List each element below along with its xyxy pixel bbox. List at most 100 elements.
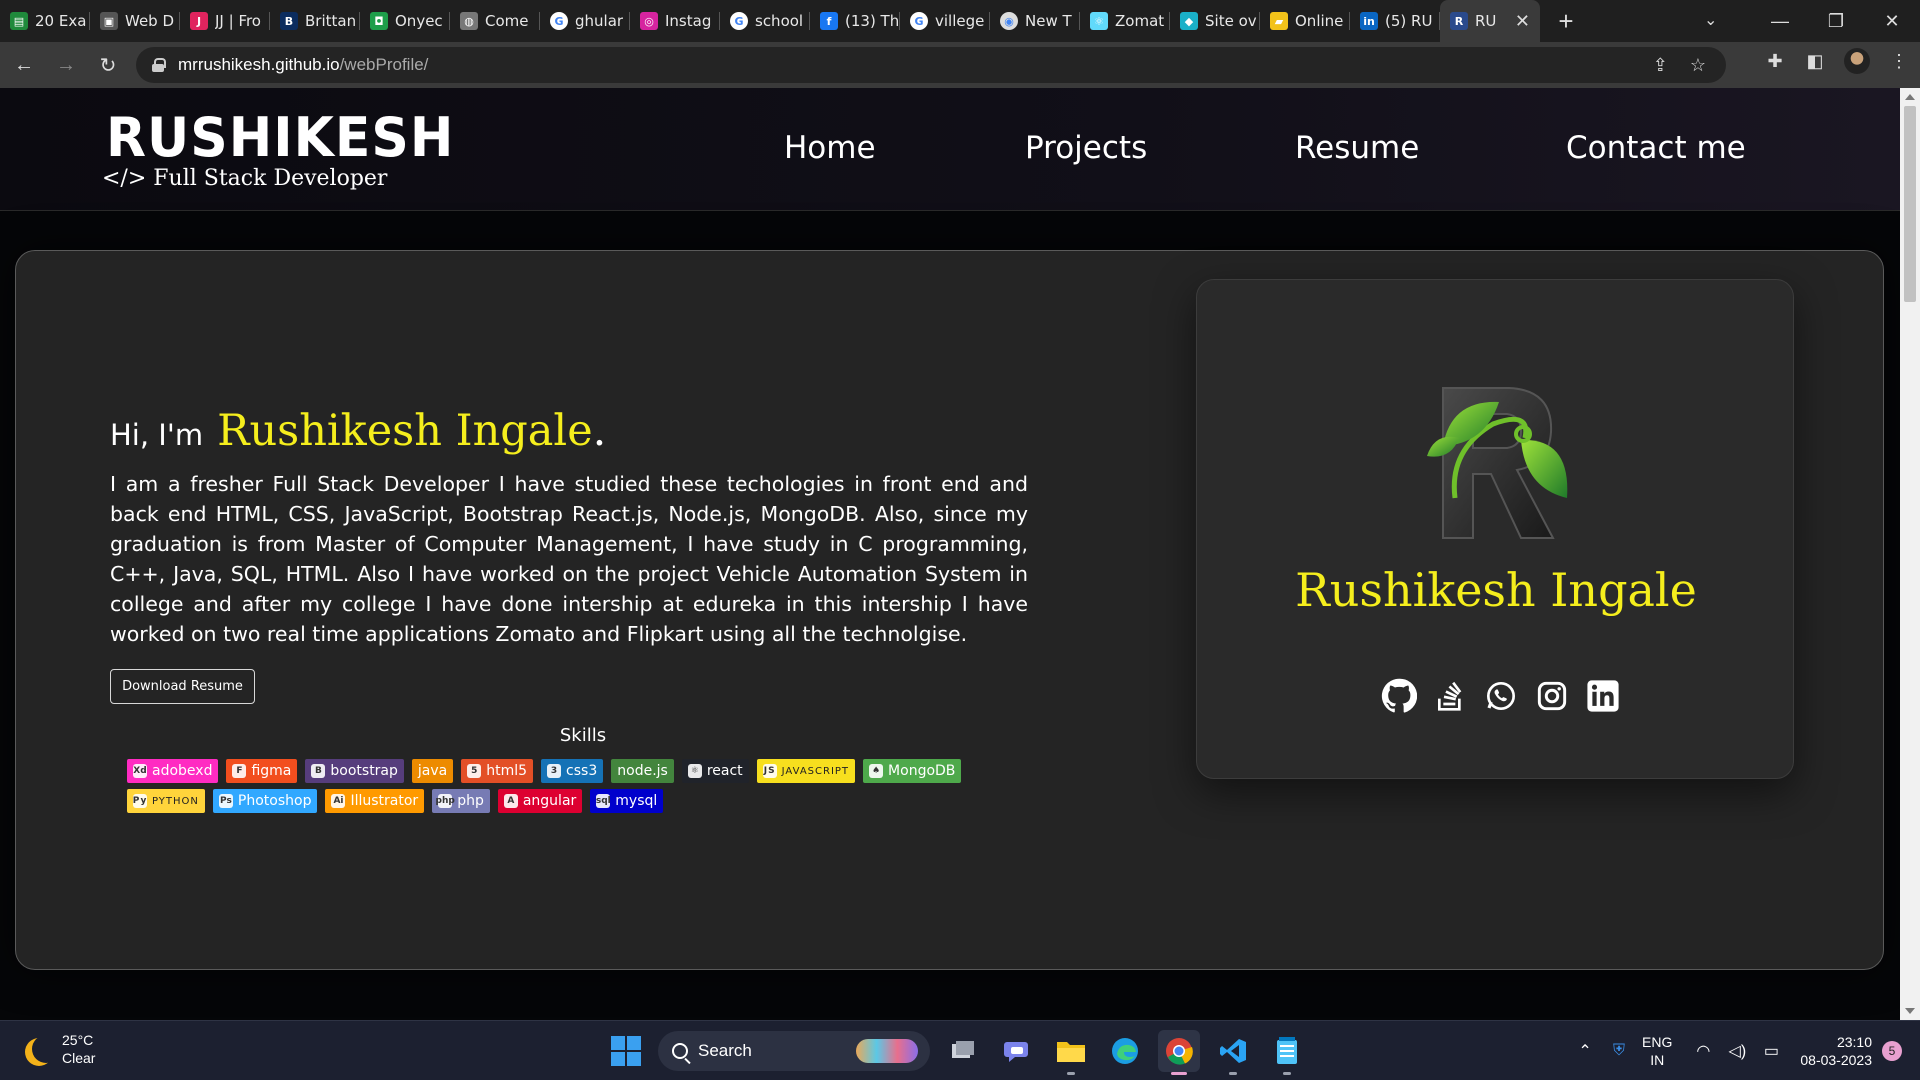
browser-tab[interactable]: Gghular: [540, 0, 630, 42]
security-shield-icon[interactable]: ⛨: [1602, 1042, 1636, 1060]
weather-temperature: 25°C: [62, 1032, 94, 1048]
logo-tagline: </> Full Stack Developer: [102, 166, 388, 191]
skill-label: figma: [251, 763, 292, 779]
edge-browser-icon[interactable]: [1104, 1030, 1146, 1072]
windows-start-icon[interactable]: [606, 1031, 646, 1071]
language-indicator[interactable]: ENG IN: [1642, 1033, 1672, 1069]
share-icon[interactable]: ⇪: [1653, 55, 1668, 76]
side-panel-icon[interactable]: ◧: [1804, 51, 1826, 72]
clock-time: 23:10: [1836, 1034, 1872, 1050]
new-tab-button[interactable]: +: [1548, 3, 1584, 39]
whatsapp-icon[interactable]: [1483, 678, 1519, 714]
browser-tab[interactable]: Gschool: [720, 0, 810, 42]
hero-card: Hi, I'm Rushikesh Ingale . I am a freshe…: [15, 250, 1884, 970]
forward-arrow-icon[interactable]: →: [48, 47, 84, 83]
browser-tab[interactable]: in (5) RU: [1350, 0, 1440, 42]
browser-tab[interactable]: ⚛ Zomat: [1080, 0, 1170, 42]
skill-badge: Py PYTHON: [127, 789, 205, 813]
tab-title: (13) Th: [845, 12, 900, 30]
google-icon: G: [730, 12, 748, 30]
system-tray: ⌃ ⛨ ENG IN ◠ ◁) ▭ 23:10 08-03-2023 5: [1568, 1021, 1920, 1080]
notification-badge[interactable]: 5: [1882, 1041, 1902, 1061]
browser-tab[interactable]: ◘ Onyec: [360, 0, 450, 42]
skill-badge: Xd adobexd: [127, 759, 219, 783]
clock[interactable]: 23:10 08-03-2023: [1800, 1033, 1872, 1069]
reload-icon[interactable]: ↻: [90, 47, 126, 83]
tab-search-chevron-icon[interactable]: ⌄: [1704, 10, 1717, 30]
battery-icon[interactable]: ▭: [1754, 1041, 1788, 1061]
skill-badge: Bbootstrap: [305, 759, 404, 783]
extensions-puzzle-icon[interactable]: ✚: [1764, 51, 1786, 72]
scroll-up-arrow-icon[interactable]: [1905, 94, 1915, 100]
tab-title: ghular: [575, 12, 624, 30]
volume-icon[interactable]: ◁): [1720, 1041, 1754, 1061]
skill-label: Illustrator: [350, 793, 419, 809]
tab-title: (5) RU: [1385, 12, 1433, 30]
profile-name: Rushikesh Ingale: [1295, 563, 1697, 617]
linkedin-icon[interactable]: [1585, 678, 1621, 714]
browser-tab[interactable]: ◉ New T: [990, 0, 1080, 42]
globe-icon: ◍: [460, 12, 478, 30]
vscode-icon[interactable]: [1212, 1030, 1254, 1075]
instagram-icon[interactable]: [1534, 678, 1570, 714]
address-bar[interactable]: mrrushikesh.github.io/webProfile/ ⇪ ☆: [136, 47, 1726, 83]
file-explorer-icon[interactable]: [1050, 1030, 1092, 1075]
chrome-browser-icon[interactable]: [1158, 1030, 1200, 1075]
url-text[interactable]: mrrushikesh.github.io/webProfile/: [178, 55, 428, 75]
scroll-down-arrow-icon[interactable]: [1905, 1008, 1915, 1014]
teams-chat-icon[interactable]: [996, 1030, 1038, 1072]
minimize-button[interactable]: —: [1752, 11, 1808, 32]
restore-button[interactable]: ❐: [1808, 11, 1864, 32]
logo-name[interactable]: RUSHIKESH: [106, 107, 454, 170]
lock-icon[interactable]: [152, 58, 166, 72]
skill-badge: JS JAVASCRIPT: [756, 759, 856, 783]
browser-tab[interactable]: f (13) Th: [810, 0, 900, 42]
nav-projects[interactable]: Projects: [1025, 130, 1147, 166]
weather-widget[interactable]: 25°C Clear: [24, 1031, 95, 1067]
taskbar-search-label: Search: [698, 1041, 752, 1060]
task-view-icon[interactable]: [942, 1030, 984, 1072]
active-browser-tab[interactable]: R RU ✕: [1440, 0, 1540, 42]
browser-tab[interactable]: ◍ Come: [450, 0, 540, 42]
skill-label: node.js: [617, 763, 668, 779]
skills-badges: Xd adobexd Ffigma Bbootstrap java 5 html5 3 css3…: [127, 759, 1007, 819]
taskbar-search[interactable]: Search: [658, 1031, 930, 1071]
skill-label: adobexd: [152, 763, 213, 779]
skill-logo-icon: sql: [595, 794, 611, 808]
back-arrow-icon[interactable]: ←: [6, 47, 42, 83]
browser-tab[interactable]: ◎ Instag: [630, 0, 720, 42]
profile-avatar[interactable]: [1844, 48, 1870, 74]
page-scrollbar[interactable]: [1900, 88, 1920, 1020]
region-code: IN: [1650, 1052, 1665, 1068]
bookmark-star-icon[interactable]: ☆: [1690, 55, 1706, 76]
greeting-name: Rushikesh Ingale: [217, 406, 593, 456]
browser-toolbar: ← → ↻ mrrushikesh.github.io/webProfile/ …: [0, 42, 1920, 88]
skill-label: java: [417, 763, 448, 779]
browser-tab[interactable]: B Brittan: [270, 0, 360, 42]
browser-tab[interactable]: ◆ Site ov: [1170, 0, 1260, 42]
browser-tab[interactable]: ▣ Web D: [90, 0, 180, 42]
wifi-icon[interactable]: ◠: [1686, 1041, 1720, 1061]
stackoverflow-icon[interactable]: [1432, 678, 1468, 714]
nav-resume[interactable]: Resume: [1295, 130, 1419, 166]
nav-contact[interactable]: Contact me: [1566, 130, 1746, 166]
skill-logo-icon: Xd: [133, 764, 147, 778]
nav-home[interactable]: Home: [784, 130, 876, 166]
close-window-button[interactable]: ✕: [1864, 11, 1920, 32]
tab-title: Onyec: [395, 12, 443, 30]
notepad-icon[interactable]: [1266, 1030, 1308, 1075]
tab-title: RU: [1475, 12, 1497, 30]
browser-tab[interactable]: J JJ | Fro: [180, 0, 270, 42]
browser-tab[interactable]: ▰ Online: [1260, 0, 1350, 42]
browser-tab[interactable]: Gvillege: [900, 0, 990, 42]
browser-tab[interactable]: ▤ 20 Exa: [0, 0, 90, 42]
download-resume-button[interactable]: Download Resume: [110, 669, 255, 704]
close-tab-icon[interactable]: ✕: [1515, 11, 1530, 32]
skill-logo-icon: JS: [762, 764, 777, 778]
show-hidden-icons-chevron-icon[interactable]: ⌃: [1568, 1041, 1602, 1061]
github-icon[interactable]: [1381, 678, 1417, 714]
skill-label: css3: [566, 763, 598, 779]
menu-kebab-icon[interactable]: ⋮: [1888, 51, 1910, 72]
site-header: RUSHIKESH </> Full Stack Developer Home …: [0, 88, 1900, 211]
scrollbar-thumb[interactable]: [1904, 106, 1916, 302]
